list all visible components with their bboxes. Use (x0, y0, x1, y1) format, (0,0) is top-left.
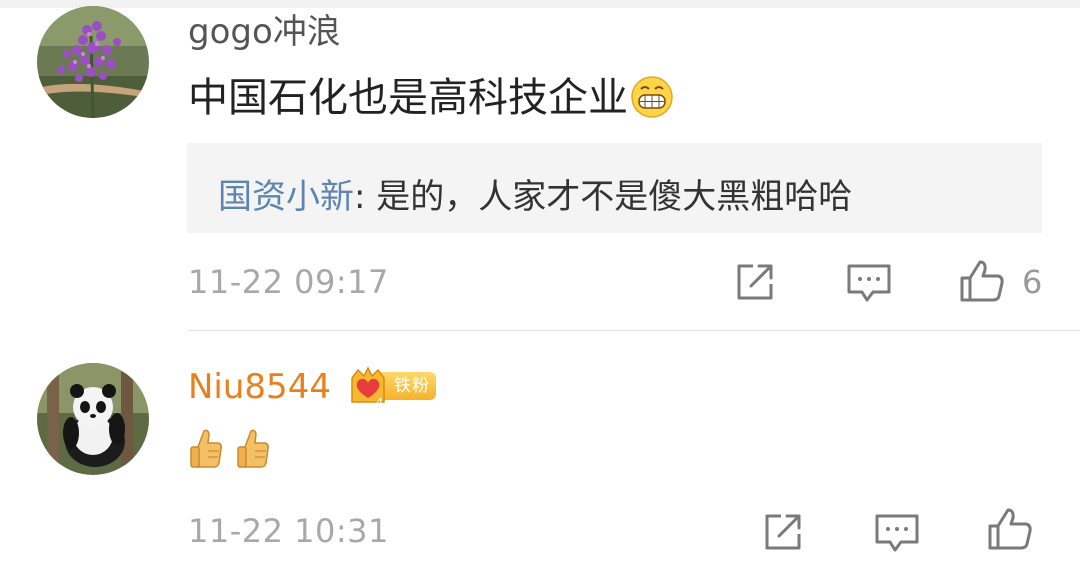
panda-avatar-image (37, 363, 149, 475)
comment-button[interactable] (873, 508, 921, 556)
comment-button[interactable] (845, 258, 893, 306)
timestamp: 11-22 10:31 (188, 512, 389, 550)
comment-text: 中国石化也是高科技企业 (188, 72, 674, 124)
username[interactable]: Niu8544 (188, 367, 331, 407)
purple-flowers-avatar-image (37, 6, 149, 118)
thumbs-up-emoji-icon (237, 429, 270, 468)
fan-badge[interactable]: 铁粉 4 (346, 364, 438, 408)
share-button[interactable] (759, 508, 807, 556)
reply-author[interactable]: 国资小新 (218, 177, 354, 217)
comment-icon (847, 264, 891, 302)
like-button[interactable] (986, 506, 1034, 554)
crown-heart-icon: 4 (351, 366, 385, 408)
like-icon (960, 260, 1004, 302)
comment-icon (875, 514, 919, 552)
thumbs-up-emoji-icon (190, 429, 222, 468)
reply-separator: : (354, 177, 377, 217)
grin-emoji-icon (630, 75, 674, 119)
comment-list: gogo冲浪 中国石化也是高科技企业 国资小新: 是的，人家才不是傻大黑粗哈哈 … (0, 0, 1080, 572)
username[interactable]: gogo冲浪 (188, 12, 341, 52)
avatar[interactable] (37, 6, 149, 118)
reply-body: 是的，人家才不是傻大黑粗哈哈 (376, 177, 853, 217)
like-count: 6 (1022, 263, 1043, 301)
comment-text-body: 中国石化也是高科技企业 (188, 75, 628, 121)
share-icon (765, 514, 801, 550)
reply-box[interactable]: 国资小新: 是的，人家才不是傻大黑粗哈哈 (187, 143, 1042, 233)
share-button[interactable] (731, 258, 779, 306)
timestamp: 11-22 09:17 (188, 263, 389, 301)
like-icon (988, 508, 1032, 550)
comment-text (188, 427, 277, 475)
share-icon (737, 264, 773, 300)
like-button[interactable] (958, 258, 1006, 306)
fan-badge-level: 4 (376, 396, 383, 408)
avatar[interactable] (37, 363, 149, 475)
reply-text: 国资小新: 是的，人家才不是傻大黑粗哈哈 (218, 177, 852, 217)
comment-item: gogo冲浪 中国石化也是高科技企业 国资小新: 是的，人家才不是傻大黑粗哈哈 … (0, 0, 1080, 331)
